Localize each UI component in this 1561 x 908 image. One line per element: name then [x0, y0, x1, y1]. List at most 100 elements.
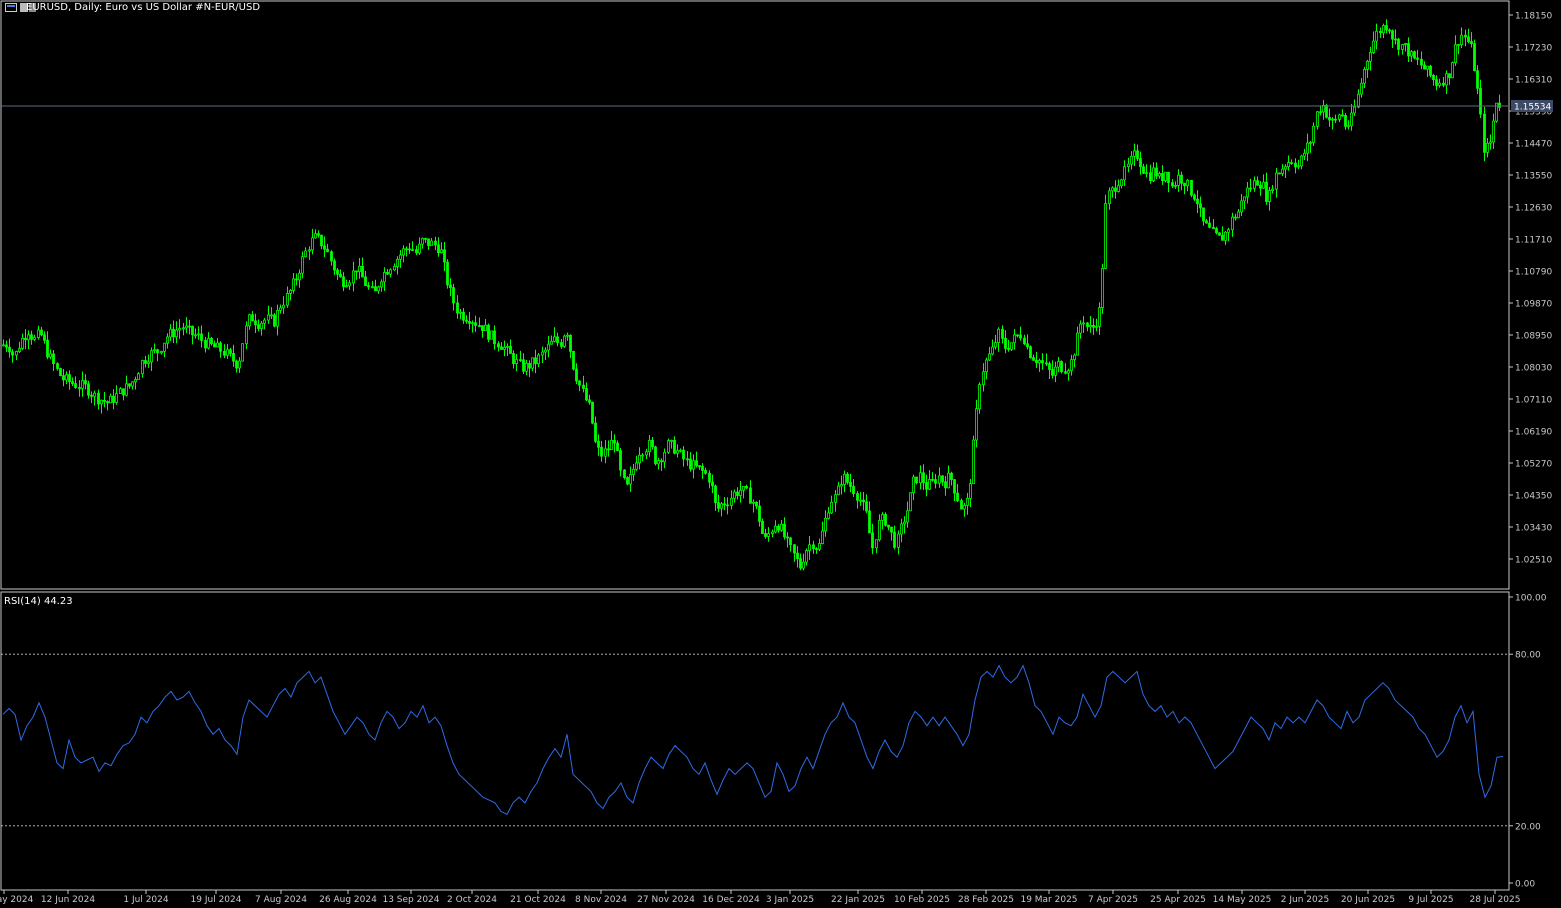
candle-body — [229, 349, 232, 354]
candle-body — [635, 462, 638, 470]
candle-body — [1152, 167, 1155, 182]
candle-body — [506, 345, 509, 348]
candle-body — [537, 354, 540, 365]
candle-body — [607, 448, 610, 451]
candle-body — [361, 265, 364, 278]
candle-body — [641, 454, 644, 457]
candle-body — [541, 351, 544, 356]
price-axis-label: 1.05270 — [1515, 460, 1552, 470]
candle-body — [74, 383, 77, 388]
candle-body — [1019, 334, 1022, 339]
candle-body — [1306, 142, 1309, 154]
candle-body — [1445, 73, 1448, 86]
candle-body — [963, 505, 966, 510]
price-axis-label: 1.13550 — [1515, 172, 1552, 182]
rsi-axis-label: 100.00 — [1515, 594, 1547, 604]
time-axis-label: 3 Jan 2025 — [766, 895, 814, 905]
candle-body — [934, 479, 937, 484]
candle-body — [1243, 196, 1246, 202]
candle-body — [33, 337, 36, 340]
candle-body — [1382, 25, 1385, 34]
candle-body — [1426, 65, 1429, 70]
candle-body — [389, 269, 392, 275]
time-axis-label: 9 Jul 2025 — [1408, 895, 1453, 905]
candle-body — [352, 270, 355, 284]
candle-body — [137, 373, 140, 380]
candle-body — [843, 473, 846, 485]
candle-body — [56, 363, 59, 369]
candle-body — [178, 328, 181, 331]
candle-body — [468, 321, 471, 324]
candle-body — [1167, 171, 1170, 184]
candle-body — [1253, 180, 1256, 189]
candle-body — [871, 532, 874, 549]
candle-body — [862, 499, 865, 503]
candle-body — [1174, 184, 1177, 187]
candle-body — [424, 238, 427, 240]
candle-body — [686, 458, 689, 461]
candle-body — [1101, 267, 1104, 308]
candle-body — [1149, 172, 1152, 182]
candle-body — [27, 334, 30, 341]
candle-body — [320, 234, 323, 247]
price-axis-label: 1.08950 — [1515, 332, 1552, 342]
candle-body — [131, 381, 134, 387]
candle-body — [594, 422, 597, 442]
time-axis-label: 19 Jul 2024 — [191, 895, 242, 905]
candle-body — [865, 501, 868, 512]
candle-body — [232, 353, 235, 362]
candle-body — [1023, 337, 1026, 345]
candle-body — [1076, 332, 1079, 356]
price-axis-label: 1.12630 — [1515, 204, 1552, 214]
candle-body — [276, 310, 279, 327]
candle-body — [560, 342, 563, 347]
candle-body — [761, 520, 764, 534]
candle-body — [84, 380, 87, 385]
candle-body — [207, 338, 210, 349]
candle-body — [8, 346, 11, 353]
candle-body — [298, 272, 301, 281]
candle-body — [582, 384, 585, 389]
candle-body — [638, 454, 641, 464]
candle-body — [1303, 152, 1306, 157]
candle-body — [1344, 115, 1347, 127]
candle-body — [434, 240, 437, 246]
candle-body — [144, 360, 147, 364]
candle-body — [166, 336, 169, 344]
candle-body — [355, 270, 358, 273]
price-axis-label: 1.02510 — [1515, 556, 1552, 566]
candle-body — [1057, 361, 1060, 368]
candle-body — [377, 286, 380, 292]
candle-body — [723, 503, 726, 506]
candle-body — [68, 374, 71, 383]
candle-body — [1035, 359, 1038, 364]
time-axis-label: 25 Apr 2025 — [1150, 895, 1206, 905]
price-axis-label: 1.09870 — [1515, 300, 1552, 310]
candle-body — [323, 245, 326, 250]
candle-body — [393, 266, 396, 271]
candle-body — [512, 353, 515, 365]
candle-body — [1212, 226, 1215, 229]
candle-body — [868, 510, 871, 534]
candle-body — [859, 499, 862, 502]
candle-body — [742, 486, 745, 491]
candle-body — [1070, 359, 1073, 372]
candle-body — [1246, 187, 1249, 198]
candle-body — [915, 476, 918, 484]
candle-body — [947, 472, 950, 489]
candle-body — [1205, 220, 1208, 224]
candle-body — [786, 536, 789, 539]
candle-body — [1186, 180, 1189, 187]
candle-body — [884, 514, 887, 526]
candle-body — [550, 340, 553, 345]
candle-body — [52, 353, 55, 365]
candle-body — [755, 501, 758, 507]
candle-body — [525, 362, 528, 372]
candle-body — [1473, 43, 1476, 72]
time-axis-label: 13 Sep 2024 — [382, 895, 439, 905]
candle-body — [459, 311, 462, 314]
candle-body — [2, 344, 5, 347]
price-axis-label: 1.18150 — [1515, 12, 1552, 22]
candle-body — [1268, 190, 1271, 202]
candle-body — [821, 530, 824, 544]
